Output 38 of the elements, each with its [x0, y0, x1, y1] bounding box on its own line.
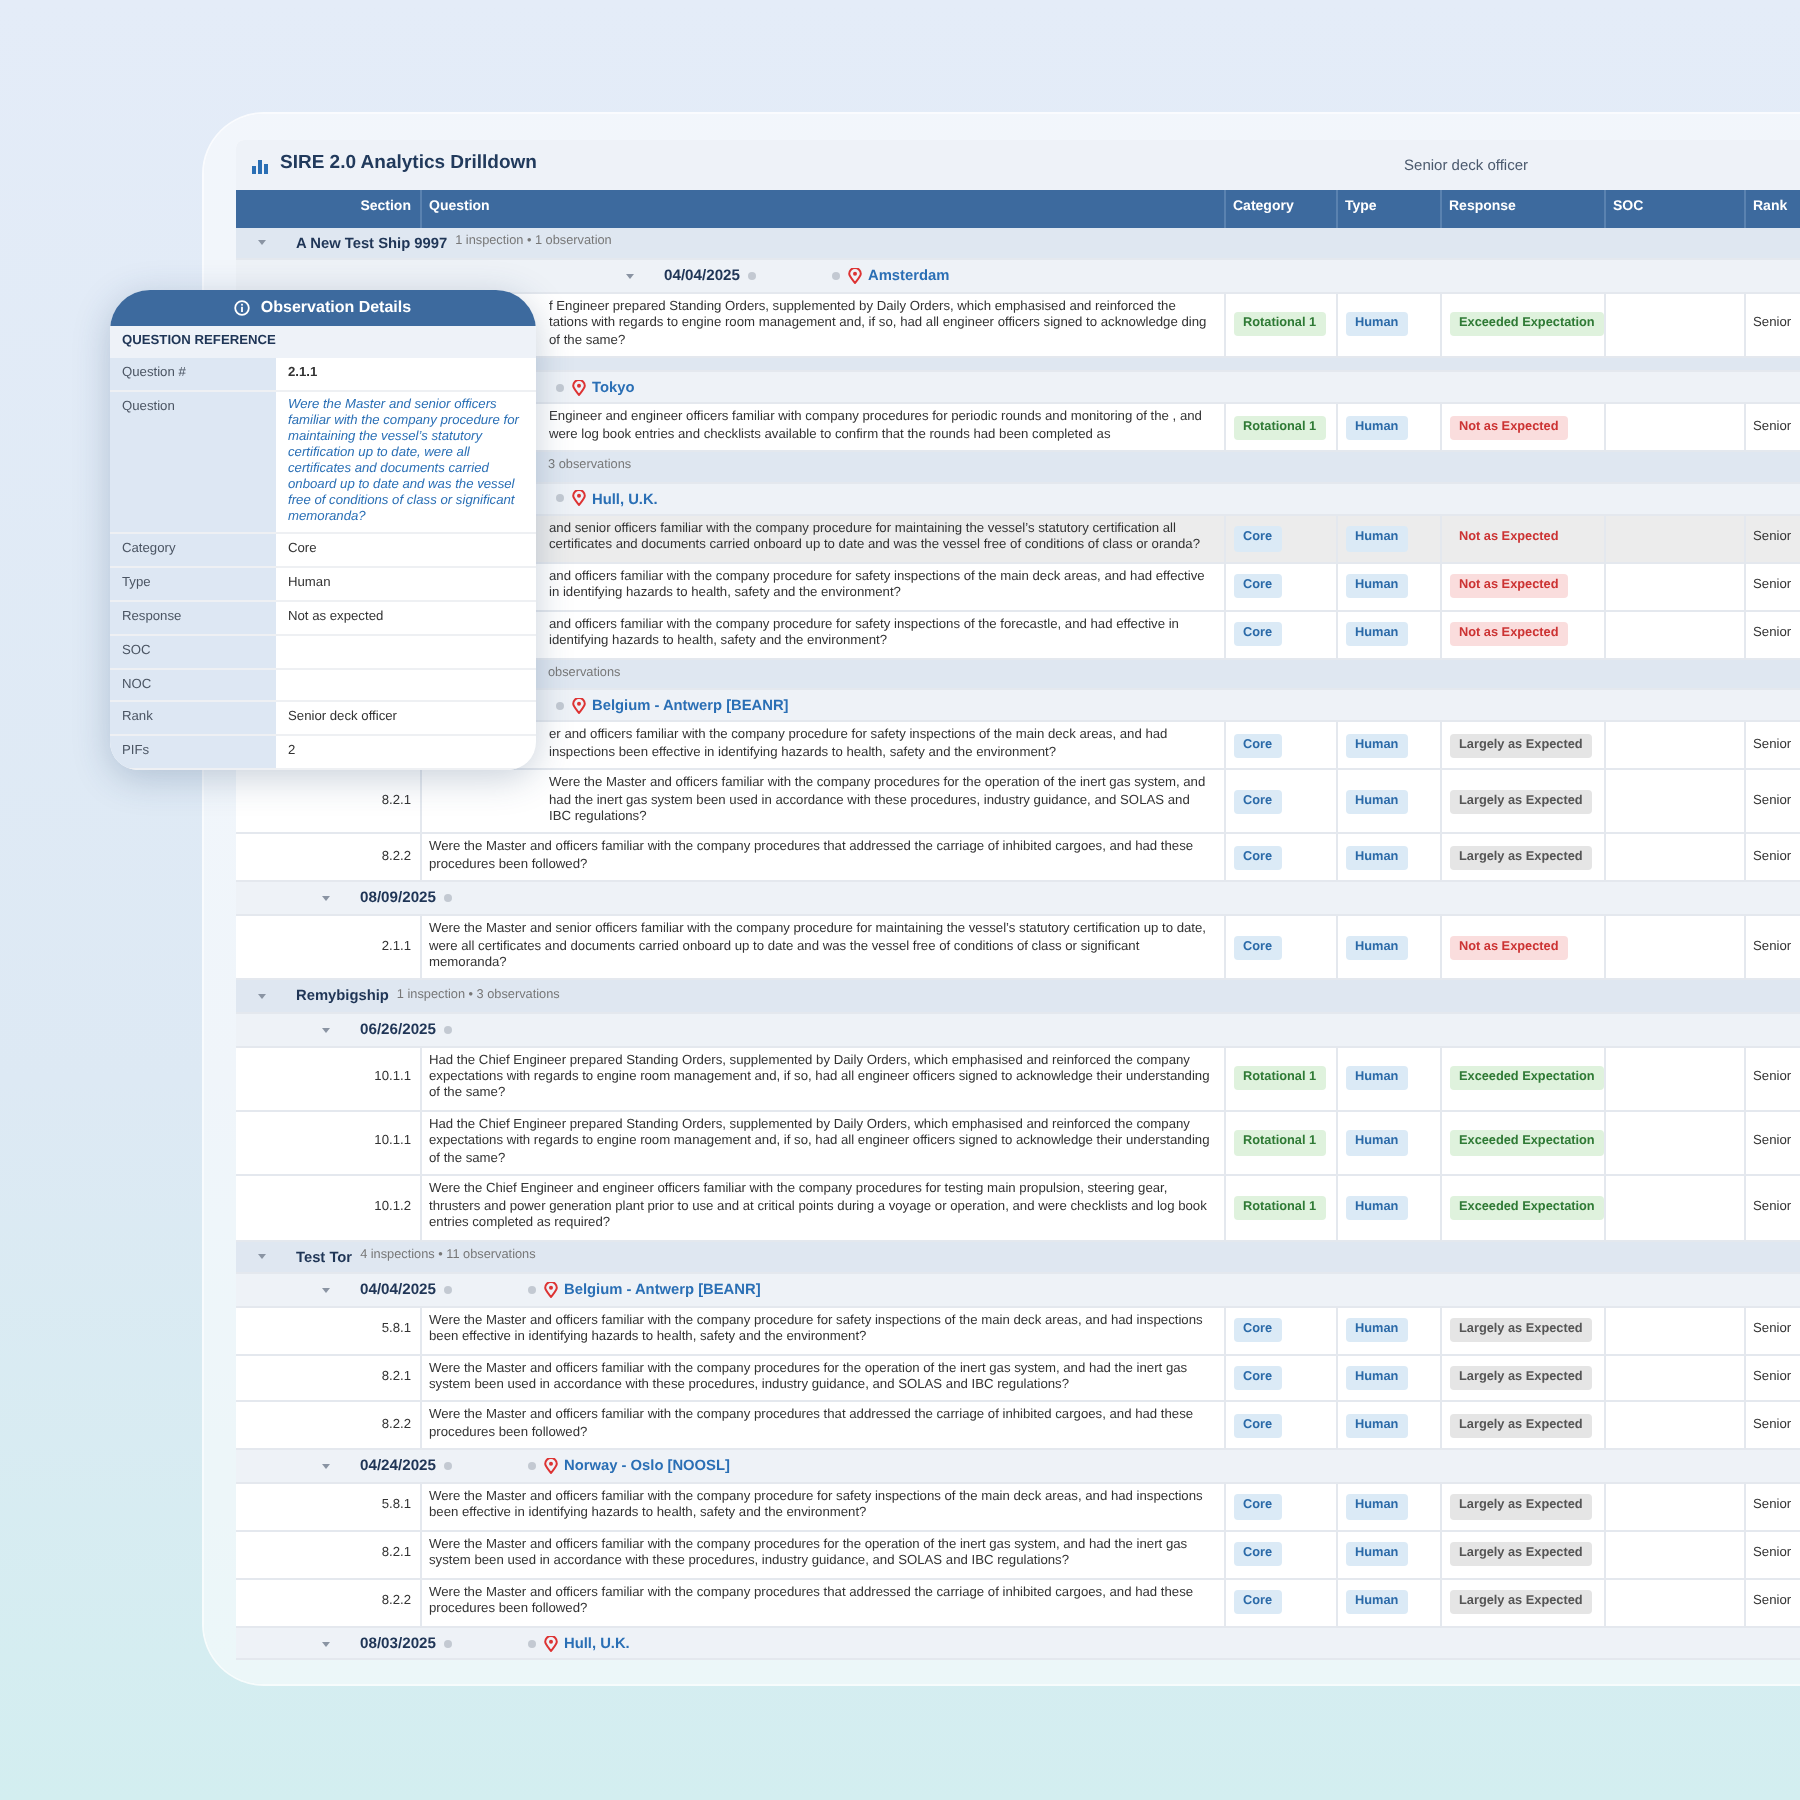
table-row[interactable]: [236, 1483, 1800, 1531]
table-row[interactable]: [236, 1175, 1800, 1240]
panel-title: Observation Details: [260, 296, 412, 320]
window-title: SIRE 2.0 Analytics Drilldown: [280, 150, 537, 179]
dot-icon: [832, 271, 841, 280]
location-pin-icon: [848, 267, 863, 284]
table-row[interactable]: [236, 1354, 1800, 1402]
table-row[interactable]: [236, 769, 1800, 834]
dot-icon: [556, 494, 564, 503]
location-pin-icon: [572, 697, 586, 714]
dot-icon: [556, 383, 564, 392]
table-row[interactable]: [236, 1110, 1800, 1176]
location-pin-icon: [572, 490, 586, 507]
caret-icon[interactable]: [320, 1283, 332, 1296]
caret-icon[interactable]: [624, 269, 636, 282]
dot-icon: [444, 1285, 453, 1294]
dot-icon: [444, 1462, 453, 1471]
info-icon: [234, 300, 251, 316]
table-row[interactable]: [236, 1306, 1800, 1355]
dot-icon: [444, 894, 453, 903]
dot-icon: [528, 1285, 537, 1294]
caret-icon[interactable]: [320, 1460, 332, 1473]
caret-icon[interactable]: [320, 892, 332, 905]
location-pin-icon: [572, 379, 586, 396]
dot-icon: [556, 701, 564, 710]
table-row[interactable]: [236, 1046, 1800, 1111]
dot-icon: [444, 1639, 453, 1648]
dot-icon: [528, 1639, 537, 1648]
dot-icon: [528, 1462, 537, 1471]
caret-icon[interactable]: [320, 1637, 332, 1650]
caret-icon[interactable]: [320, 1023, 332, 1036]
location-pin-icon: [544, 1458, 559, 1475]
table-row[interactable]: [236, 1530, 1800, 1579]
location-pin-icon: [544, 1635, 559, 1652]
dot-icon: [444, 1025, 453, 1034]
location-pin-icon: [544, 1281, 559, 1298]
dot-icon: [748, 271, 757, 280]
bar-chart-icon: [252, 157, 268, 173]
